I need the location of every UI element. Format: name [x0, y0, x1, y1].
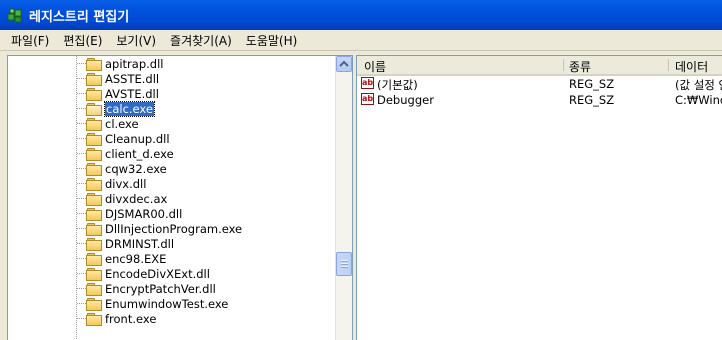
folder-icon	[86, 177, 102, 191]
tree-item[interactable]: ASSTE.dll	[64, 71, 159, 86]
tree-item[interactable]: DRMINST.dll	[64, 236, 174, 251]
menu-view[interactable]: 보기(V)	[109, 32, 163, 49]
tree-item[interactable]: divxdec.ax	[64, 191, 167, 206]
regedit-app-icon	[6, 6, 24, 24]
window-title: 레지스트리 편집기	[29, 9, 130, 25]
menu-favorites[interactable]: 즐겨찾기(A)	[163, 32, 239, 49]
title-bar[interactable]: 레지스트리 편집기	[0, 0, 722, 30]
tree-item[interactable]: EncryptPatchVer.dll	[64, 281, 216, 296]
registry-values-list[interactable]: 이름 종류 데이터 ab (기본값) REG_SZ (값 설정 안 됨) ab …	[356, 55, 722, 340]
menu-help[interactable]: 도움말(H)	[239, 32, 305, 49]
folder-icon	[86, 117, 102, 131]
value-name: Debugger	[377, 93, 434, 107]
folder-icon	[86, 252, 102, 266]
tree-item-label: EnumwindowTest.exe	[105, 296, 229, 311]
folder-icon	[86, 147, 102, 161]
folder-icon	[86, 132, 102, 146]
folder-icon	[86, 72, 102, 86]
tree-item[interactable]: cl.exe	[64, 116, 139, 131]
list-row[interactable]: ab Debugger REG_SZ C:₩Windows	[361, 92, 722, 108]
tree-item[interactable]: client_d.exe	[64, 146, 174, 161]
string-value-icon: ab	[361, 93, 374, 105]
tree-item-label: DRMINST.dll	[105, 236, 175, 251]
tree-item[interactable]: cqw32.exe	[64, 161, 167, 176]
tree-item-label: DJSMAR00.dll	[105, 206, 183, 221]
value-type: REG_SZ	[569, 77, 615, 91]
tree-item-label: enc98.EXE	[105, 251, 167, 266]
tree-item-label: DllInjectionProgram.exe	[105, 221, 243, 236]
registry-key-tree[interactable]: apitrap.dll ASSTE.dll AVSTE.dll calc.exe…	[7, 55, 353, 340]
folder-icon	[86, 192, 102, 206]
value-data: (값 설정 안 됨)	[675, 78, 722, 92]
tree-item-label: apitrap.dll	[105, 56, 164, 71]
tree-item-label: EncodeDivXExt.dll	[105, 266, 210, 281]
tree-item-label: divx.dll	[105, 176, 147, 191]
tree-item-label: cl.exe	[105, 116, 139, 131]
folder-icon	[86, 87, 102, 101]
tree-item-label: EncryptPatchVer.dll	[105, 281, 216, 296]
tree-item[interactable]: front.exe	[64, 311, 156, 326]
folder-icon	[86, 57, 102, 71]
folder-icon	[86, 297, 102, 311]
folder-icon	[86, 282, 102, 296]
menu-file[interactable]: 파일(F)	[4, 32, 56, 49]
tree-item[interactable]: divx.dll	[64, 176, 146, 191]
value-data: C:₩Windows	[675, 93, 722, 107]
menu-edit[interactable]: 편집(E)	[56, 32, 109, 49]
tree-item-label: cqw32.exe	[105, 161, 167, 176]
folder-icon	[86, 267, 102, 281]
list-header: 이름 종류 데이터	[357, 56, 722, 76]
tree-item-label: client_d.exe	[105, 146, 174, 161]
client-area: apitrap.dll ASSTE.dll AVSTE.dll calc.exe…	[0, 51, 722, 340]
tree-item[interactable]: AVSTE.dll	[64, 86, 159, 101]
tree-item-label: Cleanup.dll	[105, 131, 170, 146]
column-header-data[interactable]: 데이터	[675, 58, 708, 75]
chevron-up-icon	[339, 60, 349, 67]
column-header-type[interactable]: 종류	[569, 58, 591, 75]
column-divider[interactable]	[668, 59, 669, 71]
value-type: REG_SZ	[569, 93, 615, 107]
value-name: (기본값)	[377, 78, 418, 92]
tree-item-label: AVSTE.dll	[105, 86, 159, 101]
tree-item[interactable]: Cleanup.dll	[64, 131, 170, 146]
scrollbar-thumb[interactable]	[336, 252, 352, 276]
tree-item-label: divxdec.ax	[105, 191, 168, 206]
column-divider[interactable]	[563, 59, 564, 71]
tree-item-label: ASSTE.dll	[105, 71, 160, 86]
folder-icon	[86, 207, 102, 221]
tree-item-selected[interactable]: calc.exe	[64, 100, 155, 117]
folder-icon	[86, 237, 102, 251]
tree-item[interactable]: DJSMAR00.dll	[64, 206, 182, 221]
tree-item[interactable]: EnumwindowTest.exe	[64, 296, 228, 311]
menu-bar: 파일(F) 편집(E) 보기(V) 즐겨찾기(A) 도움말(H)	[0, 30, 722, 51]
tree-item[interactable]: enc98.EXE	[64, 251, 166, 266]
tree-item[interactable]: apitrap.dll	[64, 56, 163, 71]
tree-item-label: calc.exe	[104, 100, 155, 117]
tree-vertical-scrollbar[interactable]	[335, 56, 352, 340]
column-header-name[interactable]: 이름	[364, 58, 386, 75]
tree-item-label: front.exe	[105, 311, 157, 326]
string-value-icon: ab	[361, 77, 374, 89]
scroll-up-button[interactable]	[336, 56, 352, 72]
open-folder-icon	[86, 102, 102, 116]
folder-icon	[86, 312, 102, 326]
tree-item[interactable]: EncodeDivXExt.dll	[64, 266, 210, 281]
tree-item[interactable]: DllInjectionProgram.exe	[64, 221, 242, 236]
list-row[interactable]: ab (기본값) REG_SZ (값 설정 안 됨)	[361, 76, 722, 92]
folder-icon	[86, 162, 102, 176]
folder-icon	[86, 222, 102, 236]
